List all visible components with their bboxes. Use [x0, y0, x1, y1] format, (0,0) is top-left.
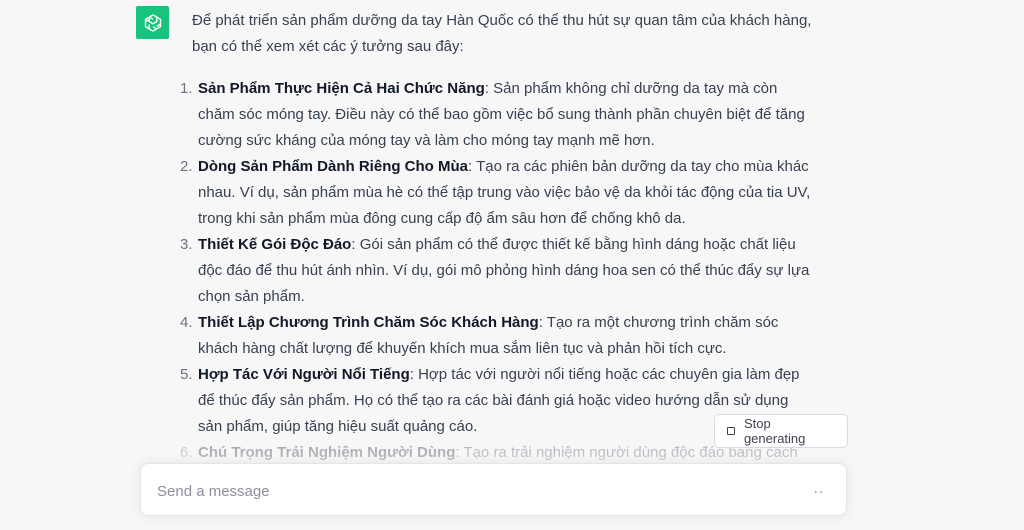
list-item: 3. Thiết Kế Gói Độc Đáo: Gói sản phẩm có …: [180, 232, 812, 310]
message-content: Để phát triển sản phẩm dưỡng da tay Hàn …: [180, 8, 812, 466]
list-item-title: Thiết Lập Chương Trình Chăm Sóc Khách Hà…: [198, 314, 539, 331]
list-number: 1.: [180, 80, 193, 97]
loading-dots: ..: [813, 480, 824, 497]
list-number: 3.: [180, 236, 193, 253]
openai-logo-icon: [136, 6, 169, 39]
list-item: 1. Sản Phẩm Thực Hiện Cả Hai Chức Năng: S…: [180, 76, 812, 154]
message-composer: ..: [140, 463, 847, 516]
list-item: 4. Thiết Lập Chương Trình Chăm Sóc Khách …: [180, 310, 812, 362]
stop-generating-button[interactable]: Stop generating: [714, 414, 848, 448]
message-input[interactable]: [155, 479, 779, 503]
chat-page: Để phát triển sản phẩm dưỡng da tay Hàn …: [0, 0, 1024, 530]
list-number: 4.: [180, 314, 193, 331]
list-number: 5.: [180, 366, 193, 383]
stop-generating-label: Stop generating: [743, 416, 806, 446]
assistant-message: Để phát triển sản phẩm dưỡng da tay Hàn …: [0, 0, 1024, 530]
message-intro: Để phát triển sản phẩm dưỡng da tay Hàn …: [192, 12, 812, 55]
list-item: 2. Dòng Sản Phẩm Dành Riêng Cho Mùa: Tạo …: [180, 154, 812, 232]
list-number: 2.: [180, 158, 193, 175]
list-item-title: Sản Phẩm Thực Hiện Cả Hai Chức Năng: [198, 80, 485, 97]
list-item-title: Hợp Tác Với Người Nổi Tiếng: [198, 366, 410, 383]
stop-square-icon: [727, 427, 735, 435]
answer-list: 1. Sản Phẩm Thực Hiện Cả Hai Chức Năng: S…: [180, 76, 812, 466]
list-item-title: Chú Trọng Trải Nghiệm Người Dùng: [198, 444, 456, 461]
list-item-title: Dòng Sản Phẩm Dành Riêng Cho Mùa: [198, 158, 469, 175]
list-item-title: Thiết Kế Gói Độc Đáo: [198, 236, 352, 253]
